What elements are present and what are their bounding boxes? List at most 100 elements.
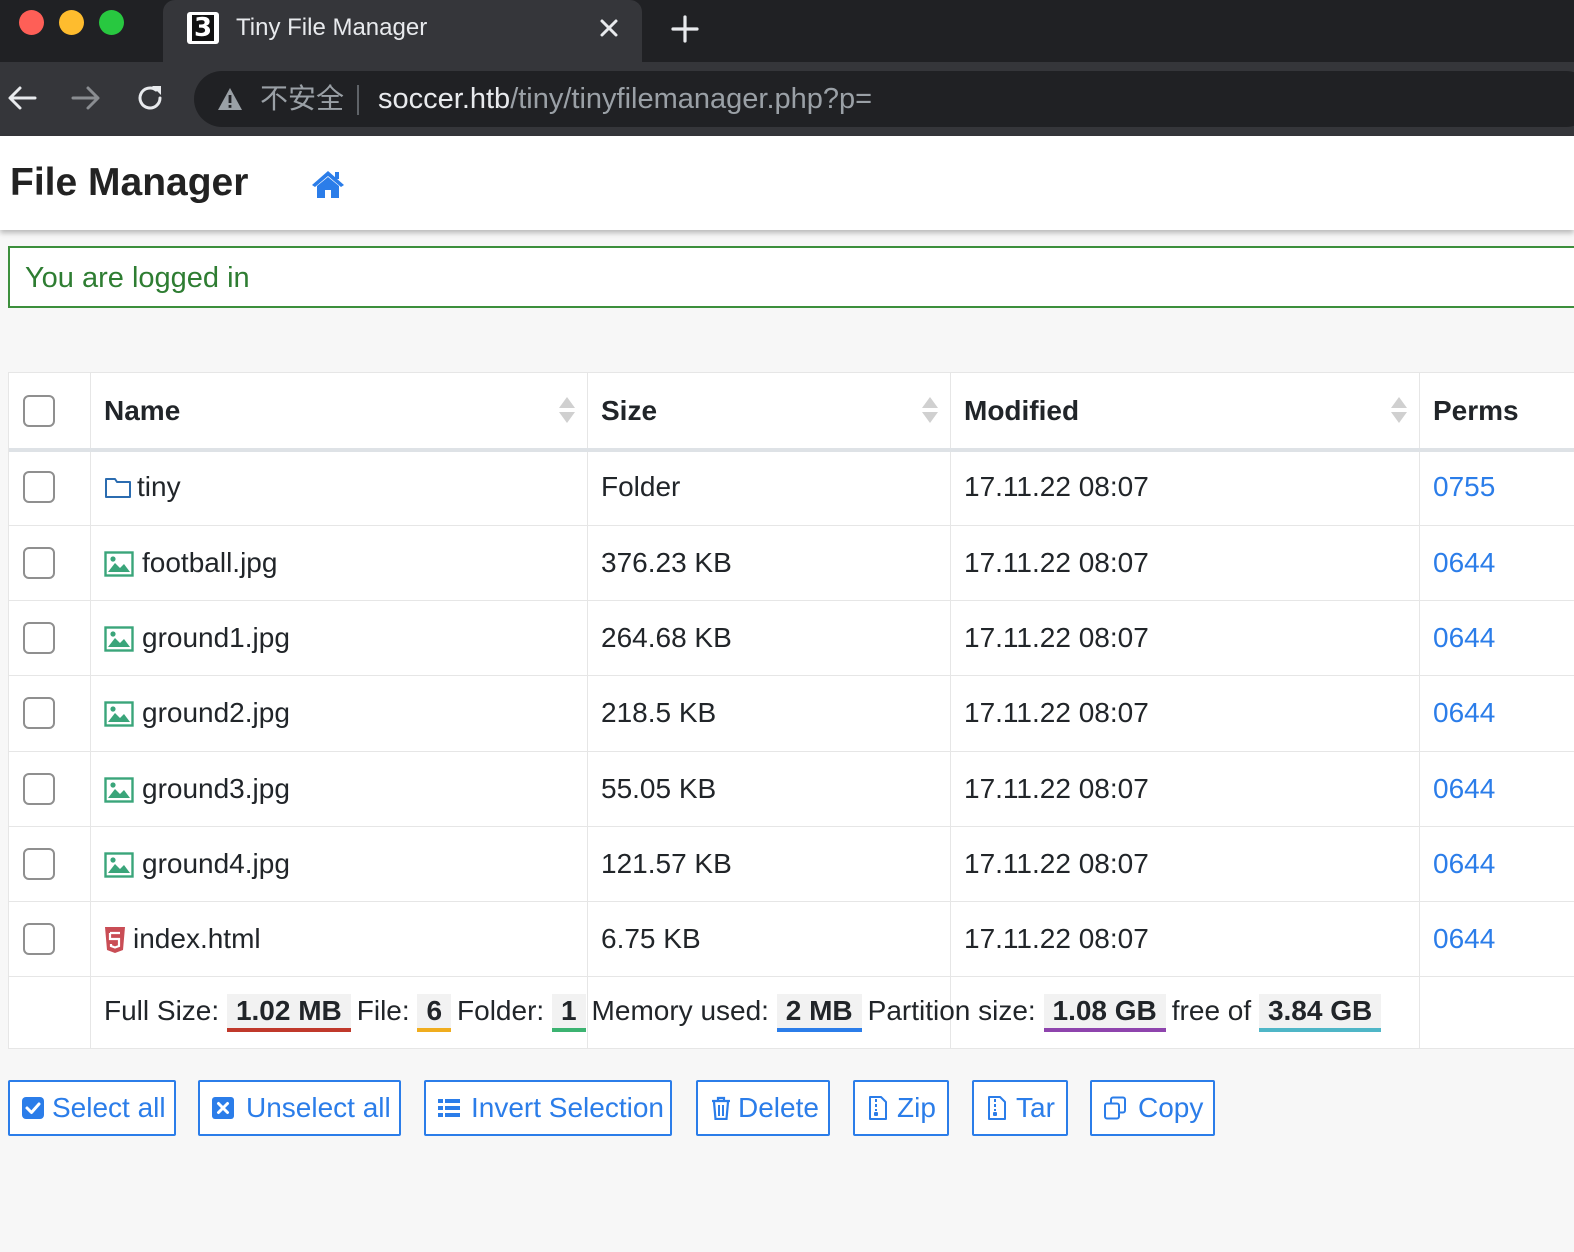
file-perms-link[interactable]: 0644 — [1433, 546, 1495, 580]
checkbox-x-icon — [212, 1097, 234, 1119]
row-checkbox[interactable] — [23, 471, 55, 503]
memory-value: 2 MB — [776, 994, 862, 1032]
home-icon[interactable] — [311, 169, 345, 199]
file-size: 121.57 KB — [601, 848, 732, 879]
file-perms-link[interactable]: 0644 — [1433, 847, 1495, 881]
column-divider — [90, 373, 91, 1049]
file-perms-link[interactable]: 0755 — [1433, 470, 1495, 504]
file-size: Folder — [601, 471, 681, 502]
delete-label: Delete — [738, 1092, 819, 1123]
login-alert: You are logged in — [8, 246, 1574, 308]
row-checkbox[interactable] — [23, 923, 55, 955]
file-table: Name Size Modified Perms tiny Folder 17.… — [8, 372, 1574, 1049]
file-name-link[interactable]: ground3.jpg — [142, 772, 290, 806]
tab-close-icon[interactable] — [595, 14, 623, 42]
invert-selection-button[interactable]: Invert Selection — [424, 1080, 672, 1136]
select-all-checkbox[interactable] — [23, 395, 55, 427]
security-label[interactable]: 不安全 — [260, 83, 344, 115]
file-size: 218.5 KB — [601, 697, 717, 728]
row-checkbox[interactable] — [23, 848, 55, 880]
new-tab-icon[interactable] — [668, 12, 702, 46]
file-name-link[interactable]: ground4.jpg — [142, 847, 290, 881]
zip-button[interactable]: Zip — [853, 1080, 949, 1136]
folder-count-value: 1 — [551, 994, 586, 1032]
header-perms[interactable]: Perms — [1433, 394, 1519, 428]
window-close-button[interactable] — [19, 10, 44, 35]
app-navbar: File Manager — [0, 136, 1574, 230]
file-perms-link[interactable]: 0644 — [1433, 772, 1495, 806]
image-icon — [104, 551, 134, 577]
image-icon — [104, 626, 134, 652]
row-checkbox[interactable] — [23, 773, 55, 805]
file-name-link[interactable]: tiny — [137, 470, 181, 504]
browser-tab[interactable]: Tiny File Manager — [163, 0, 642, 62]
file-name-link[interactable]: ground1.jpg — [142, 621, 290, 655]
row-checkbox[interactable] — [23, 547, 55, 579]
sort-name-icon[interactable] — [558, 395, 576, 425]
window-maximize-button[interactable] — [99, 10, 124, 35]
tar-label: Tar — [1016, 1092, 1055, 1123]
sort-size-icon[interactable] — [921, 395, 939, 425]
list-icon — [438, 1099, 460, 1117]
row-checkbox[interactable] — [23, 622, 55, 654]
image-icon — [104, 777, 134, 803]
partition-total-value: 3.84 GB — [1258, 994, 1382, 1032]
forward-arrow-icon[interactable] — [69, 81, 103, 115]
file-count-value: 6 — [417, 994, 452, 1032]
sort-modified-icon[interactable] — [1390, 395, 1408, 425]
alert-message: You are logged in — [25, 262, 250, 294]
row-divider — [9, 525, 1574, 526]
url-path: /tiny/tinyfilemanager.php?p= — [510, 83, 873, 115]
header-modified[interactable]: Modified — [964, 394, 1079, 428]
row-divider — [9, 826, 1574, 827]
html5-icon — [105, 927, 125, 953]
row-divider — [9, 751, 1574, 752]
storage-summary: Full Size: 1.02 MB File: 6 Folder: 1 Memory… — [104, 991, 1387, 1032]
page-title[interactable]: File Manager — [10, 160, 248, 206]
zip-label: Zip — [897, 1092, 936, 1123]
file-size: 6.75 KB — [601, 923, 701, 954]
header-size[interactable]: Size — [601, 394, 657, 428]
file-name-link[interactable]: ground2.jpg — [142, 696, 290, 730]
browser-toolbar: 不安全 soccer.htb/tiny/tinyfilemanager.php?… — [0, 62, 1574, 136]
full-size-label: Full Size: — [104, 995, 220, 1026]
file-modified: 17.11.22 08:07 — [964, 547, 1149, 578]
url-host: soccer.htb — [378, 83, 511, 115]
tar-button[interactable]: Tar — [972, 1080, 1068, 1136]
file-archive-icon — [869, 1096, 887, 1120]
warning-triangle-icon[interactable] — [216, 85, 244, 113]
row-checkbox[interactable] — [23, 697, 55, 729]
row-divider — [9, 901, 1574, 902]
unselect-all-button[interactable]: Unselect all — [198, 1080, 401, 1136]
file-archive-icon — [988, 1096, 1006, 1120]
file-size: 376.23 KB — [601, 547, 732, 578]
image-icon — [104, 701, 134, 727]
address-separator — [357, 85, 359, 115]
reload-icon[interactable] — [133, 81, 167, 115]
image-icon — [104, 852, 134, 878]
invert-selection-label: Invert Selection — [471, 1092, 664, 1123]
file-name-link[interactable]: football.jpg — [142, 546, 277, 580]
column-divider — [1419, 373, 1420, 1049]
back-arrow-icon[interactable] — [5, 81, 39, 115]
address-bar[interactable]: 不安全 soccer.htb/tiny/tinyfilemanager.php?… — [194, 71, 1574, 127]
file-perms-link[interactable]: 0644 — [1433, 922, 1495, 956]
copy-label: Copy — [1138, 1092, 1204, 1123]
browser-tab-bar: Tiny File Manager — [0, 0, 1574, 62]
file-modified: 17.11.22 08:07 — [964, 471, 1149, 502]
delete-button[interactable]: Delete — [696, 1080, 830, 1136]
copy-button[interactable]: Copy — [1090, 1080, 1215, 1136]
select-all-label: Select all — [52, 1092, 166, 1123]
file-size: 264.68 KB — [601, 622, 732, 653]
header-name[interactable]: Name — [104, 394, 180, 428]
file-size: 55.05 KB — [601, 773, 717, 804]
file-perms-link[interactable]: 0644 — [1433, 696, 1495, 730]
url-text[interactable]: soccer.htb/tiny/tinyfilemanager.php?p= — [378, 83, 872, 115]
select-all-button[interactable]: Select all — [8, 1080, 176, 1136]
file-modified: 17.11.22 08:07 — [964, 773, 1149, 804]
window-minimize-button[interactable] — [59, 10, 84, 35]
file-perms-link[interactable]: 0644 — [1433, 621, 1495, 655]
trash-icon — [712, 1096, 730, 1120]
file-modified: 17.11.22 08:07 — [964, 697, 1149, 728]
file-name-link[interactable]: index.html — [133, 922, 261, 956]
